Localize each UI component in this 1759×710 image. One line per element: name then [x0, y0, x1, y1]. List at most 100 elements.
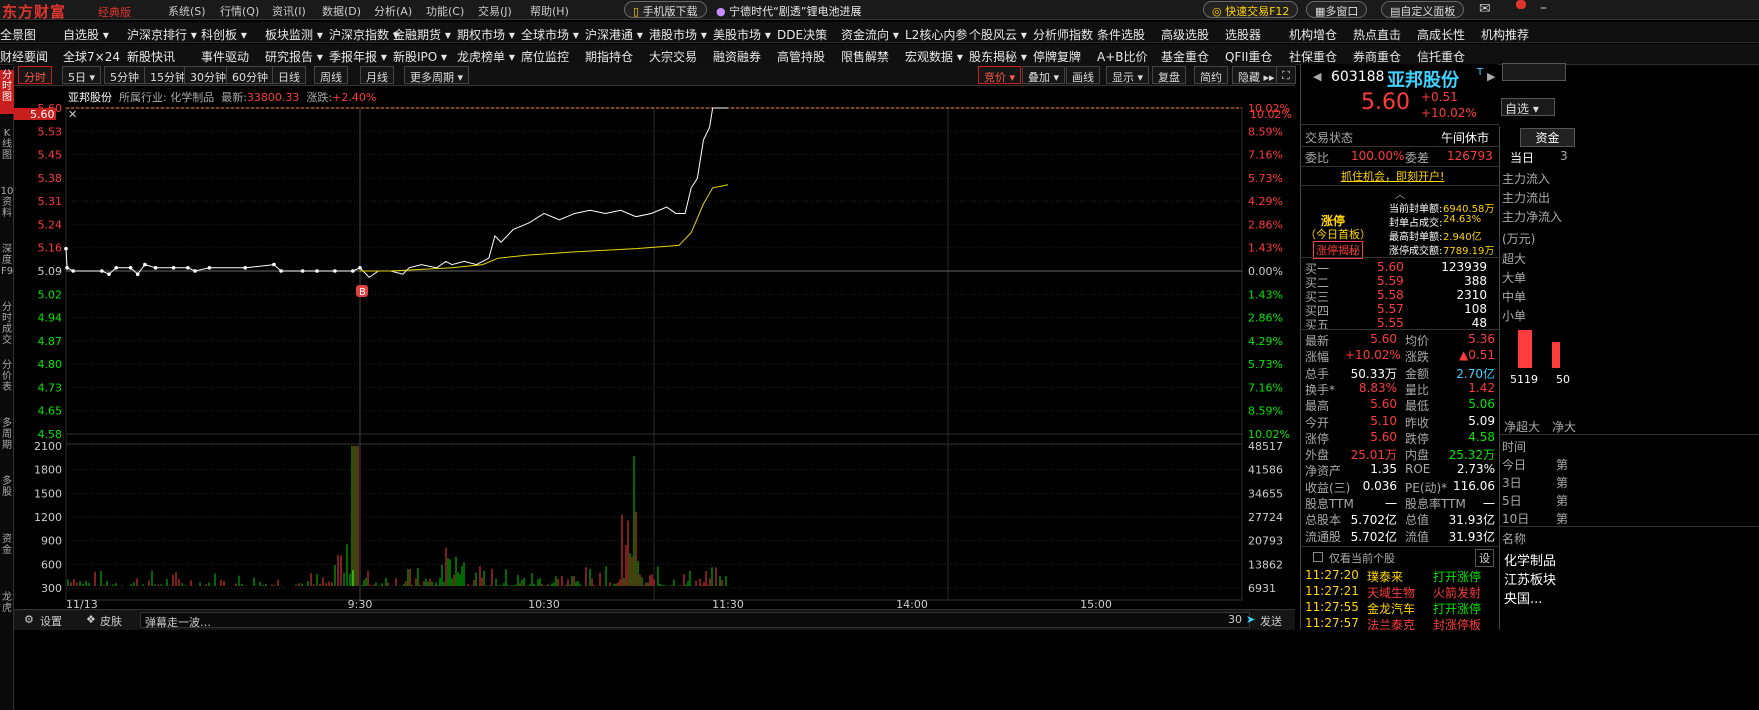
nav-item[interactable]: 板块监测 ▾ — [265, 26, 323, 43]
nav-item[interactable]: 研究报告 ▾ — [265, 48, 323, 65]
nav-item[interactable]: 机构推荐 — [1481, 26, 1529, 43]
tool-button[interactable]: 叠加 ▾ — [1022, 66, 1066, 84]
period-button[interactable]: 5分钟 — [104, 66, 145, 84]
nav-item[interactable]: 资金流向 ▾ — [841, 26, 899, 43]
menu-info[interactable]: 资讯(I) — [272, 3, 306, 19]
bid-price[interactable]: 5.55 — [1377, 316, 1404, 330]
watchlist-dropdown[interactable]: 自选 ▾ — [1501, 98, 1555, 116]
nav-item[interactable]: 券商重仓 — [1353, 48, 1401, 65]
nav-item[interactable]: 新股IPO ▾ — [393, 48, 447, 65]
nav-item[interactable]: 全景图 — [0, 26, 36, 43]
nav-item[interactable]: 宏观数据 ▾ — [905, 48, 963, 65]
menu-data[interactable]: 数据(D) — [322, 3, 361, 19]
nav-item[interactable]: 新股快讯 — [127, 48, 175, 65]
nav-item[interactable]: 龙虎榜单 ▾ — [457, 48, 515, 65]
mobile-download-button[interactable]: ▯ 手机版下载 — [624, 1, 707, 18]
nav-item[interactable]: 全球7×24 — [63, 48, 120, 65]
custom-panel-button[interactable]: ▤自定义面板 — [1381, 1, 1465, 18]
nav-item[interactable]: 条件选股 — [1097, 26, 1145, 43]
tool-button[interactable]: 画线 — [1066, 66, 1100, 84]
period-button[interactable]: 30分钟 — [184, 66, 232, 84]
nav-item[interactable]: 信托重仓 — [1417, 48, 1465, 65]
send-icon[interactable]: ➤ — [1246, 613, 1255, 626]
send-button[interactable]: 发送 — [1260, 613, 1282, 629]
nav-item[interactable]: 美股市场 ▾ — [713, 26, 771, 43]
menu-function[interactable]: 功能(C) — [426, 3, 464, 19]
close-cursor-icon[interactable]: ✕ — [68, 108, 77, 121]
period-button[interactable]: 60分钟 — [226, 66, 274, 84]
nav-item[interactable]: 机构增仓 — [1289, 26, 1337, 43]
bid-price[interactable]: 5.60 — [1377, 260, 1404, 274]
settings-icon[interactable]: ⚙ — [24, 613, 34, 626]
prev-stock-icon[interactable]: ◀ — [1313, 70, 1321, 83]
nav-item[interactable]: 股东揭秘 ▾ — [969, 48, 1027, 65]
nav-item[interactable]: 大宗交易 — [649, 48, 697, 65]
menu-help[interactable]: 帮助(H) — [530, 3, 569, 19]
nav-item[interactable]: 港股市场 ▾ — [649, 26, 707, 43]
only-current-checkbox[interactable] — [1313, 552, 1323, 562]
menu-system[interactable]: 系统(S) — [168, 3, 206, 19]
nav-item[interactable]: 高管持股 — [777, 48, 825, 65]
nav-item[interactable]: 基金重仓 — [1161, 48, 1209, 65]
menu-trade[interactable]: 交易(J) — [478, 3, 512, 19]
collapse-icon[interactable]: ︿ — [1395, 186, 1405, 201]
period-button[interactable]: 分时 — [18, 66, 52, 84]
bid-price[interactable]: 5.59 — [1377, 274, 1404, 288]
alert-settings-button[interactable]: 设 — [1475, 549, 1494, 567]
nav-item[interactable]: 事件驱动 — [201, 48, 249, 65]
nav-item[interactable]: 季报年报 ▾ — [329, 48, 387, 65]
fullscreen-icon[interactable]: ⛶ — [1276, 66, 1296, 84]
alert-stock[interactable]: 天域生物 — [1367, 584, 1415, 601]
tab-3day[interactable]: 3 — [1560, 149, 1568, 163]
nav-item[interactable]: 融资融券 — [713, 48, 761, 65]
open-account-link[interactable]: 抓住机会，即刻开户! — [1341, 168, 1444, 184]
nav-item[interactable]: 高成长性 — [1417, 26, 1465, 43]
alert-stock[interactable]: 璞泰来 — [1367, 568, 1403, 585]
alert-stock[interactable]: 法兰泰克 — [1367, 616, 1415, 633]
alert-stock[interactable]: 金龙汽车 — [1367, 600, 1415, 617]
nav-item[interactable]: 分析师指数 — [1033, 26, 1093, 43]
nav-item[interactable]: 财经要闻 — [0, 48, 48, 65]
multi-window-button[interactable]: ▦多窗口 — [1306, 1, 1368, 18]
nav-item[interactable]: 沪深港通 ▾ — [585, 26, 643, 43]
menu-quote[interactable]: 行情(Q) — [220, 3, 259, 19]
nav-item[interactable]: 高级选股 — [1161, 26, 1209, 43]
period-button[interactable]: 月线 — [360, 66, 394, 84]
bid-price[interactable]: 5.58 — [1377, 288, 1404, 302]
nav-item[interactable]: A+B比价 — [1097, 48, 1148, 65]
sector-item[interactable]: 央国... — [1504, 588, 1542, 607]
nav-item[interactable]: 热点直击 — [1353, 26, 1401, 43]
period-button[interactable]: 5日 ▾ — [62, 66, 102, 84]
tool-button[interactable]: 隐藏 ▸▸ — [1232, 66, 1281, 84]
nav-item[interactable]: 金融期货 ▾ — [393, 26, 451, 43]
nav-item[interactable]: L2核心内参 — [905, 26, 967, 43]
tool-button[interactable]: 复盘 — [1152, 66, 1186, 84]
sector-item[interactable]: 化学制品 — [1504, 550, 1556, 569]
nav-item[interactable]: 期指持仓 — [585, 48, 633, 65]
mail-icon[interactable]: ✉ — [1479, 1, 1491, 17]
nav-item[interactable]: QFII重仓 — [1225, 48, 1272, 65]
tool-button[interactable]: 显示 ▾ — [1106, 66, 1150, 84]
news-ticker[interactable]: ● 宁德时代“剧透”锂电池进展 — [716, 3, 862, 19]
minimize-icon[interactable]: – — [1540, 0, 1547, 16]
tool-button[interactable]: 竞价 ▾ — [978, 66, 1022, 84]
period-button[interactable]: 更多周期 ▾ — [404, 66, 470, 84]
nav-item[interactable]: 期权市场 ▾ — [457, 26, 515, 43]
nav-item[interactable]: DDE决策 — [777, 26, 827, 43]
next-stock-icon[interactable]: ▶ — [1487, 70, 1495, 83]
tool-button[interactable]: 简约 — [1194, 66, 1228, 84]
quick-trade-button[interactable]: ◎ 快速交易F12 — [1203, 1, 1299, 18]
tab-today[interactable]: 当日 — [1510, 149, 1534, 166]
nav-item[interactable]: 个股风云 ▾ — [969, 26, 1027, 43]
nav-item[interactable]: 限售解禁 — [841, 48, 889, 65]
nav-item[interactable]: 选股器 — [1225, 26, 1261, 43]
bid-price[interactable]: 5.57 — [1377, 302, 1404, 316]
nav-item[interactable]: 席位监控 — [521, 48, 569, 65]
period-button[interactable]: 周线 — [314, 66, 348, 84]
tab-capital[interactable]: 资金 — [1520, 128, 1575, 147]
period-button[interactable]: 日线 — [272, 66, 306, 84]
danmu-input[interactable]: 弹幕走一波… — [140, 612, 1250, 629]
nav-item[interactable]: 全球市场 ▾ — [521, 26, 579, 43]
menu-analysis[interactable]: 分析(A) — [374, 3, 412, 19]
skin-button[interactable]: 皮肤 — [100, 613, 122, 629]
